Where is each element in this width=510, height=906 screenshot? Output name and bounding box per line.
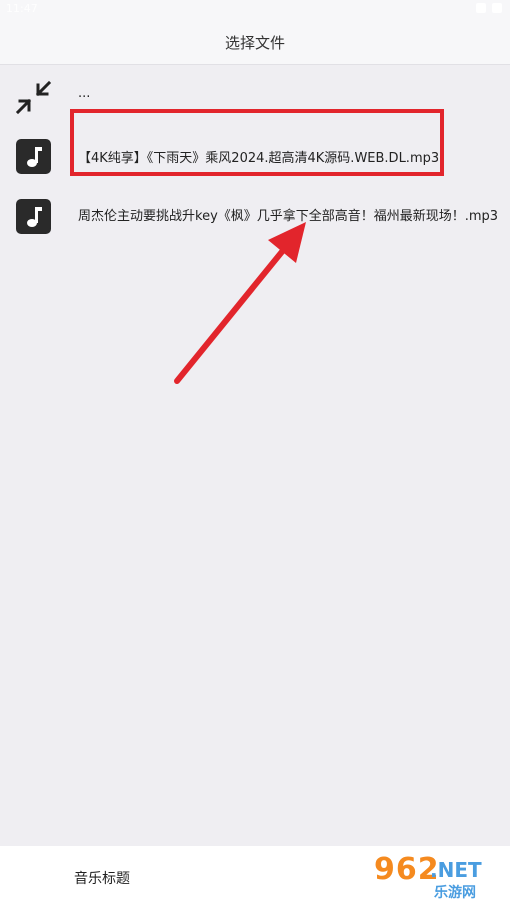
watermark-suffix: .NET [430,858,482,882]
watermark-subtitle: 乐游网 [434,885,476,901]
watermark-logo: 962 .NET 乐游网 [368,852,506,904]
annotation-arrow-icon [174,222,306,384]
footer-music-title[interactable]: 音乐标题 [74,868,130,888]
